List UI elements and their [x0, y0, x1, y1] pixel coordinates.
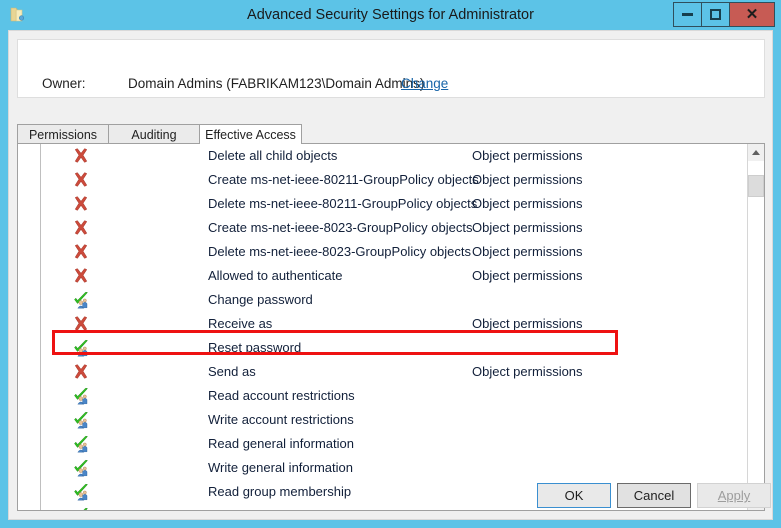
- permission-kind: Object permissions: [472, 171, 583, 189]
- table-row[interactable]: Allowed to authenticate Object permission…: [18, 264, 748, 288]
- permission-kind: Object permissions: [472, 267, 583, 285]
- permission-name: Create ms-net-ieee-8023-GroupPolicy obje…: [208, 219, 472, 237]
- permission-name: Create ms-net-ieee-80211-GroupPolicy obj…: [208, 171, 479, 189]
- permission-kind: Object permissions: [472, 195, 583, 213]
- access-granted-icon: [72, 387, 90, 405]
- table-row[interactable]: Create ms-net-ieee-8023-GroupPolicy obje…: [18, 216, 748, 240]
- access-denied-icon: [72, 219, 90, 237]
- access-denied-icon: [72, 267, 90, 285]
- ok-button[interactable]: OK: [537, 483, 611, 508]
- effective-access-list[interactable]: Delete all child objects Object permissio…: [17, 143, 765, 511]
- tab-auditing[interactable]: Auditing: [108, 124, 200, 144]
- permission-name: Send as: [208, 363, 256, 381]
- access-denied-icon: [72, 315, 90, 333]
- chevron-up-icon: [752, 150, 760, 155]
- permission-name: Read general information: [208, 435, 354, 453]
- permission-kind: Object permissions: [472, 243, 583, 261]
- apply-button[interactable]: Apply: [697, 483, 771, 508]
- table-row[interactable]: Change password: [18, 288, 748, 312]
- list-rows-container: Delete all child objects Object permissio…: [18, 144, 748, 510]
- permission-name: Receive as: [208, 315, 272, 333]
- change-owner-link[interactable]: Change: [401, 76, 448, 91]
- tab-strip: PermissionsAuditingEffective Access: [17, 124, 765, 144]
- scrollbar-track[interactable]: [748, 161, 764, 493]
- table-row[interactable]: Create ms-net-ieee-80211-GroupPolicy obj…: [18, 168, 748, 192]
- tab-permissions[interactable]: Permissions: [17, 124, 109, 144]
- access-denied-icon: [72, 147, 90, 165]
- access-denied-icon: [72, 243, 90, 261]
- cancel-button[interactable]: Cancel: [617, 483, 691, 508]
- owner-label: Owner:: [42, 76, 86, 91]
- permission-kind: Object permissions: [472, 363, 583, 381]
- access-granted-icon: [72, 339, 90, 357]
- close-button[interactable]: ✕: [729, 2, 775, 27]
- table-row[interactable]: Send as Object permissions: [18, 360, 748, 384]
- table-row[interactable]: Delete all child objects Object permissio…: [18, 144, 748, 168]
- tab-effective-access[interactable]: Effective Access: [199, 124, 302, 144]
- title-bar: Advanced Security Settings for Administr…: [0, 0, 781, 30]
- window-title: Advanced Security Settings for Administr…: [0, 0, 781, 30]
- maximize-icon: [710, 9, 721, 20]
- close-icon: ✕: [746, 7, 759, 22]
- permission-name: Change password: [208, 291, 313, 309]
- permission-name: Delete ms-net-ieee-80211-GroupPolicy obj…: [208, 195, 477, 213]
- table-row[interactable]: Read account restrictions: [18, 384, 748, 408]
- permission-name: Write account restrictions: [208, 411, 354, 429]
- table-row[interactable]: Read general information: [18, 432, 748, 456]
- vertical-scrollbar[interactable]: [747, 144, 764, 510]
- permission-name: Delete ms-net-ieee-8023-GroupPolicy obje…: [208, 243, 471, 261]
- table-row[interactable]: Delete ms-net-ieee-8023-GroupPolicy obje…: [18, 240, 748, 264]
- permission-kind: Object permissions: [472, 219, 583, 237]
- scrollbar-thumb[interactable]: [748, 175, 764, 197]
- access-granted-icon: [72, 411, 90, 429]
- table-row[interactable]: Reset password: [18, 336, 748, 360]
- owner-value: Domain Admins (FABRIKAM123\Domain Admins…: [128, 76, 424, 91]
- minimize-button[interactable]: [673, 2, 702, 27]
- permission-name: Reset password: [208, 339, 301, 357]
- access-denied-icon: [72, 171, 90, 189]
- maximize-button[interactable]: [701, 2, 730, 27]
- access-granted-icon: [72, 435, 90, 453]
- access-granted-icon: [72, 291, 90, 309]
- permission-name: Read account restrictions: [208, 387, 355, 405]
- access-denied-icon: [72, 363, 90, 381]
- table-row[interactable]: Write account restrictions: [18, 408, 748, 432]
- permission-name: Delete all child objects: [208, 147, 337, 165]
- permission-name: Allowed to authenticate: [208, 267, 342, 285]
- window-controls: ✕: [674, 2, 775, 27]
- minimize-icon: [682, 13, 693, 16]
- dialog-body: Owner: Domain Admins (FABRIKAM123\Domain…: [8, 30, 773, 520]
- owner-panel: Owner: Domain Admins (FABRIKAM123\Domain…: [17, 39, 765, 98]
- apply-button-label: Apply: [718, 488, 751, 503]
- dialog-footer: OK Cancel Apply: [9, 473, 772, 519]
- table-row[interactable]: Receive as Object permissions: [18, 312, 748, 336]
- permission-kind: Object permissions: [472, 315, 583, 333]
- advanced-security-settings-window: Advanced Security Settings for Administr…: [0, 0, 781, 528]
- scroll-up-button[interactable]: [748, 144, 764, 161]
- table-row[interactable]: Delete ms-net-ieee-80211-GroupPolicy obj…: [18, 192, 748, 216]
- permission-kind: Object permissions: [472, 147, 583, 165]
- access-denied-icon: [72, 195, 90, 213]
